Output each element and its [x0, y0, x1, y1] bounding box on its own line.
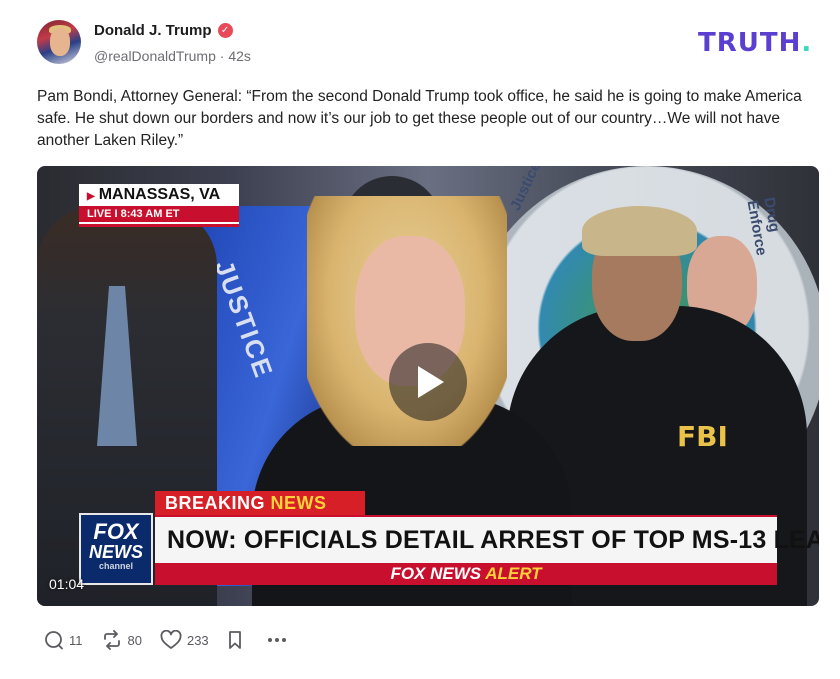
author-handle-row: @realDonaldTrump · 42s	[94, 48, 251, 64]
headline-text: NOW: OFFICIALS DETAIL ARREST OF TOP MS-1…	[167, 526, 819, 554]
alert-bar: FOX NEWS ALERT	[155, 563, 777, 585]
author-display-name[interactable]: Donald J. Trump	[94, 22, 212, 39]
fox-news-logo: FOX NEWS channel	[79, 513, 153, 585]
avatar-face	[50, 28, 70, 56]
post-actions: 11 80 233	[44, 628, 311, 652]
breaking-news-banner: BREAKING NEWS	[155, 491, 365, 515]
live-label: LIVE I 8:43 AM ET	[79, 206, 239, 222]
location-name: ▶ MANASSAS, VA	[87, 186, 220, 204]
location-arrow-icon: ▶	[87, 191, 95, 202]
location-text: MANASSAS, VA	[98, 186, 221, 203]
video-duration: 01:04	[49, 576, 85, 592]
more-button[interactable]	[266, 630, 293, 650]
truth-logo[interactable]: TRUTH.	[698, 28, 812, 58]
play-button[interactable]	[389, 343, 467, 421]
video-fbi-agent-cap	[582, 206, 697, 256]
headline-bar: NOW: OFFICIALS DETAIL ARREST OF TOP MS-1…	[155, 515, 819, 565]
avatar[interactable]	[37, 20, 81, 64]
alert-text: ALERT	[485, 564, 542, 583]
retruth-count: 80	[127, 632, 142, 648]
more-icon	[267, 638, 286, 642]
video-fbi-vest-text: FBI	[677, 420, 728, 453]
video-player[interactable]: JUSTICE Drug Enforce Justice FBI ▶ MANASS…	[37, 166, 819, 606]
reply-button[interactable]: 11	[44, 630, 83, 650]
post-time[interactable]: 42s	[228, 48, 251, 64]
truth-post: Donald J. Trump ✓ @realDonaldTrump · 42s…	[0, 0, 840, 679]
post-text: Pam Bondi, Attorney General: “From the s…	[37, 88, 802, 149]
author-name-row: Donald J. Trump ✓	[94, 22, 233, 39]
location-bug: ▶ MANASSAS, VA LIVE I 8:43 AM ET	[79, 184, 239, 227]
play-icon	[418, 366, 444, 398]
author-handle[interactable]: @realDonaldTrump	[94, 48, 216, 64]
like-count: 233	[186, 632, 209, 648]
like-button[interactable]: 233	[160, 630, 209, 650]
fox-logo-line1: FOX	[93, 519, 139, 544]
heart-icon	[160, 630, 182, 649]
video-person-left-shirt	[97, 286, 137, 446]
reply-icon	[45, 631, 63, 650]
news-text: NEWS	[270, 493, 327, 513]
logo-dot: .	[801, 28, 813, 58]
bookmark-button[interactable]	[227, 630, 248, 650]
alert-brand: FOX NEWS	[390, 564, 482, 583]
breaking-text: BREAKING	[165, 493, 266, 513]
fox-logo-line2: NEWS	[89, 542, 143, 562]
logo-text: TRUTH	[698, 28, 802, 58]
verified-icon: ✓	[217, 23, 233, 38]
fox-logo-line3: channel	[98, 561, 133, 571]
bookmark-icon	[228, 631, 241, 649]
retruth-button[interactable]: 80	[101, 630, 142, 650]
retruth-icon	[103, 630, 120, 650]
reply-count: 11	[69, 632, 83, 648]
